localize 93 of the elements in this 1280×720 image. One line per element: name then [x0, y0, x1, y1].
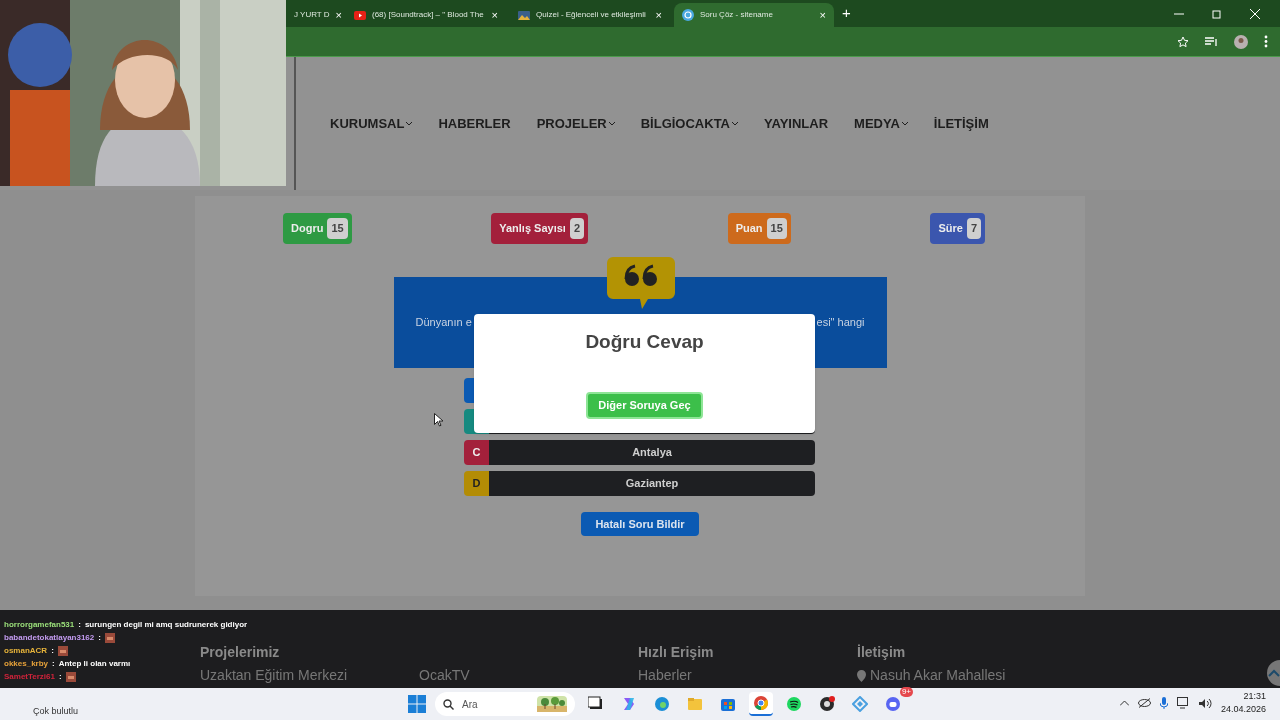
report-button[interactable]: Hatalı Soru Bildir	[581, 512, 699, 536]
microphone-icon[interactable]	[1159, 697, 1168, 709]
stat-count: 15	[327, 218, 348, 239]
eye-off-icon[interactable]	[1137, 698, 1151, 708]
footer-link[interactable]: OcakTV	[419, 665, 470, 686]
tab-title: J YURT D	[294, 9, 330, 21]
chat-separator: :	[98, 632, 101, 643]
chevron-up-icon[interactable]	[1119, 700, 1129, 706]
chat-username: horrorgamefan531	[4, 619, 75, 630]
record-app-icon	[819, 696, 835, 712]
stat-label: Dogru	[291, 221, 324, 237]
chat-message: Antep li olan varmı	[58, 658, 131, 669]
browser-icon	[654, 696, 670, 712]
footer-heading: İletişim	[857, 643, 907, 662]
nav-link[interactable]: YAYINLAR	[764, 113, 829, 134]
footer-heading: Hızlı Erişim	[638, 643, 714, 662]
answer-option[interactable]: D Gaziantep	[464, 471, 815, 496]
chat-app-icon	[885, 696, 901, 712]
date-text: 24.04.2026	[1220, 703, 1266, 716]
new-tab-button[interactable]: +	[834, 2, 859, 25]
chat-username: SametTerzi61	[4, 671, 55, 682]
tab-close-button[interactable]: ×	[335, 6, 342, 24]
browser-icon	[753, 695, 769, 711]
footer-heading: Projelerimiz	[200, 643, 281, 662]
restore-icon[interactable]	[1212, 8, 1222, 19]
answer-letter: C	[464, 440, 489, 465]
nav-link[interactable]: İLETİŞİM	[933, 113, 989, 134]
stat-label: Puan	[735, 221, 763, 237]
tab-close-button[interactable]: ×	[655, 6, 662, 24]
star-icon[interactable]	[1177, 35, 1189, 48]
globe-icon	[682, 9, 694, 21]
search-icon	[443, 698, 454, 710]
footer-link[interactable]: Uzaktan Eğitim Merkezi	[200, 665, 348, 686]
folder-icon	[687, 696, 703, 712]
chat-separator: :	[52, 658, 55, 669]
app-icon	[621, 696, 637, 712]
stat-count: 2	[569, 218, 585, 239]
nav-link[interactable]: MEDYA	[854, 113, 908, 134]
chat-separator: :	[51, 645, 54, 656]
nav-link[interactable]: HABERLER	[438, 113, 511, 134]
nav-link[interactable]: KURUMSAL	[330, 113, 413, 134]
answer-option[interactable]: C Antalya	[464, 440, 815, 465]
chat-username: osmanACR	[4, 645, 48, 656]
landscape-icon	[518, 10, 530, 20]
store-icon	[720, 696, 736, 712]
video-icon	[354, 10, 366, 20]
search-placeholder: Ara	[462, 697, 479, 712]
browser-tab[interactable]: J YURT D ×	[286, 3, 342, 27]
stat-count: 15	[766, 218, 787, 239]
modal-title: Doğru Cevap	[585, 330, 704, 354]
playlist-icon[interactable]	[1205, 36, 1218, 47]
task-view-icon	[588, 696, 604, 712]
tab-close-button[interactable]: ×	[819, 6, 826, 24]
stat-label: Süre	[938, 221, 963, 237]
cursor-icon	[434, 413, 443, 427]
stat-count: 7	[966, 218, 981, 239]
weather-text: Çok bulutlu	[33, 705, 79, 718]
stat-label: Yanlış Sayısı	[499, 221, 566, 237]
chat-message: surungen degil mi amq sudrunerek gidiyor	[84, 619, 248, 630]
answer-text: Antalya	[489, 440, 815, 465]
time-text: 21:31	[1243, 690, 1266, 703]
answer-letter: D	[464, 471, 489, 496]
close-icon[interactable]	[1250, 8, 1260, 19]
answer-text: Gaziantep	[489, 471, 815, 496]
avatar-icon[interactable]	[1234, 34, 1248, 49]
chat-username: babandetokatlayan3162	[4, 632, 95, 643]
nav-link[interactable]: BİLGİOCAKTA	[640, 113, 738, 134]
chat-separator: :	[59, 671, 62, 682]
quote-icon	[606, 257, 675, 309]
footer-link[interactable]: Nasuh Akar Mahallesi	[857, 665, 1006, 686]
more-icon[interactable]	[1264, 35, 1268, 48]
browser-tab[interactable]: Soru Çöz - sitename ×	[674, 3, 834, 27]
question-text: Dünyanın e	[415, 315, 472, 331]
chat-username: okkes_krby	[4, 658, 49, 669]
browser-tab[interactable]: Quizei - Eğlenceli ve etkileşimli ×	[510, 3, 670, 27]
tab-title: Quizei - Eğlenceli ve etkileşimli	[536, 9, 647, 21]
tab-close-button[interactable]: ×	[491, 6, 498, 24]
app-icon	[852, 696, 868, 712]
chat-separator: :	[78, 619, 81, 630]
music-app-icon	[786, 696, 802, 712]
nav-link[interactable]: PROJELER	[536, 113, 615, 134]
network-icon[interactable]	[1176, 697, 1190, 709]
question-text: esi" hangi	[816, 315, 865, 331]
tab-title: (68) [Soundtrack] – " Blood The	[372, 9, 485, 21]
notification-badge: 9+	[899, 687, 913, 697]
search-field[interactable]: Ara	[435, 692, 575, 716]
browser-tab[interactable]: (68) [Soundtrack] – " Blood The ×	[346, 3, 506, 27]
clock[interactable]: 21:31 24.04.2026	[1220, 690, 1266, 716]
location-icon	[857, 670, 866, 683]
speaker-icon[interactable]	[1198, 697, 1212, 709]
footer-link[interactable]: Haberler	[638, 665, 692, 686]
windows-start-icon[interactable]	[408, 695, 426, 713]
tab-title: Soru Çöz - sitename	[700, 9, 774, 21]
